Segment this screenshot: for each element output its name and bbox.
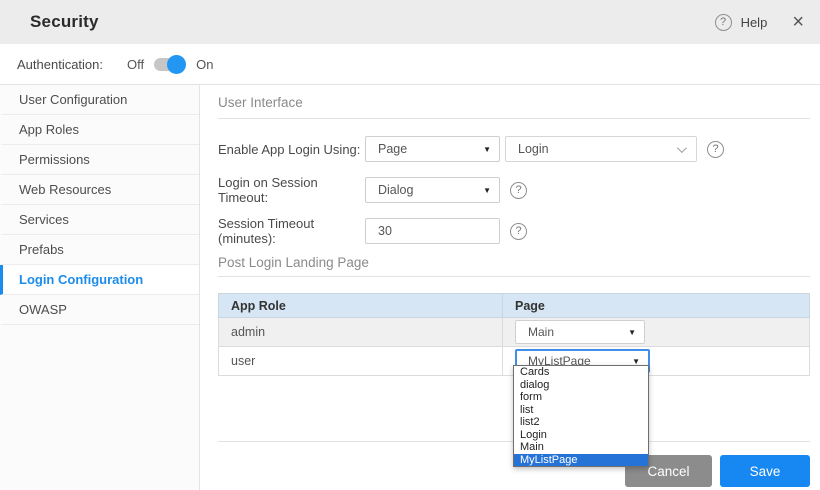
sidebar-item-web-resources[interactable]: Web Resources	[0, 175, 199, 205]
table-row: admin Main ▼	[219, 318, 810, 347]
session-timeout-type-value: Dialog	[378, 183, 413, 197]
authentication-toggle[interactable]	[154, 58, 182, 71]
help-icon[interactable]: ?	[707, 141, 724, 158]
sidebar-item-owasp[interactable]: OWASP	[0, 295, 199, 325]
security-settings-page: Security ? Help × Authentication: Off On…	[0, 0, 820, 490]
dropdown-option[interactable]: Login	[514, 429, 648, 442]
help-icon[interactable]: ?	[510, 182, 527, 199]
sidebar-item-user-configuration[interactable]: User Configuration	[0, 85, 199, 115]
sidebar-item-login-configuration[interactable]: Login Configuration	[0, 265, 199, 295]
app-role-cell: user	[219, 347, 503, 376]
session-timeout-minutes-label: Session Timeout (minutes):	[218, 216, 365, 246]
help-icon[interactable]: ?	[510, 223, 527, 240]
login-page-combobox[interactable]: Login	[505, 136, 697, 162]
enable-app-login-label: Enable App Login Using:	[218, 142, 365, 157]
help-link[interactable]: Help	[741, 15, 768, 30]
caret-down-icon: ▼	[483, 186, 491, 195]
dropdown-option[interactable]: list	[514, 404, 648, 417]
login-type-select[interactable]: Page ▼	[365, 136, 500, 162]
sidebar: User Configuration App Roles Permissions…	[0, 85, 200, 490]
dropdown-option[interactable]: form	[514, 391, 648, 404]
app-role-cell: admin	[219, 318, 503, 347]
section-title-post-login: Post Login Landing Page	[218, 255, 810, 277]
page-title: Security	[30, 12, 99, 32]
login-page-value: Login	[518, 142, 549, 156]
column-header-app-role: App Role	[219, 294, 503, 318]
header: Security ? Help ×	[0, 0, 820, 44]
admin-page-value: Main	[528, 325, 554, 339]
admin-page-select[interactable]: Main ▼	[515, 320, 645, 344]
sidebar-item-services[interactable]: Services	[0, 205, 199, 235]
landing-page-table: App Role Page admin Main ▼ user	[218, 293, 810, 376]
toggle-off-label: Off	[127, 57, 144, 72]
section-title-user-interface: User Interface	[218, 95, 810, 119]
session-timeout-login-label: Login on Session Timeout:	[218, 175, 365, 205]
authentication-label: Authentication:	[17, 57, 103, 72]
dropdown-option[interactable]: Cards	[514, 366, 648, 379]
caret-down-icon: ▼	[628, 328, 636, 337]
dropdown-option[interactable]: dialog	[514, 379, 648, 392]
help-icon[interactable]: ?	[715, 14, 732, 31]
column-header-page: Page	[503, 294, 810, 318]
close-icon[interactable]: ×	[792, 12, 804, 32]
toggle-on-label: On	[196, 57, 213, 72]
main-content: User Interface Enable App Login Using: P…	[200, 85, 820, 490]
save-button[interactable]: Save	[720, 455, 810, 487]
session-timeout-input[interactable]	[365, 218, 500, 244]
session-timeout-type-select[interactable]: Dialog ▼	[365, 177, 500, 203]
table-header-row: App Role Page	[219, 294, 810, 318]
login-type-value: Page	[378, 142, 407, 156]
sidebar-item-prefabs[interactable]: Prefabs	[0, 235, 199, 265]
chevron-down-icon	[677, 143, 687, 153]
authentication-bar: Authentication: Off On	[0, 44, 820, 85]
page-dropdown-list: Cards dialog form list list2 Login Main …	[513, 365, 649, 467]
dropdown-option[interactable]: Main	[514, 441, 648, 454]
caret-down-icon: ▼	[483, 145, 491, 154]
sidebar-item-permissions[interactable]: Permissions	[0, 145, 199, 175]
dropdown-option-selected[interactable]: MyListPage	[514, 454, 648, 467]
dropdown-option[interactable]: list2	[514, 416, 648, 429]
sidebar-item-app-roles[interactable]: App Roles	[0, 115, 199, 145]
toggle-knob	[167, 55, 186, 74]
